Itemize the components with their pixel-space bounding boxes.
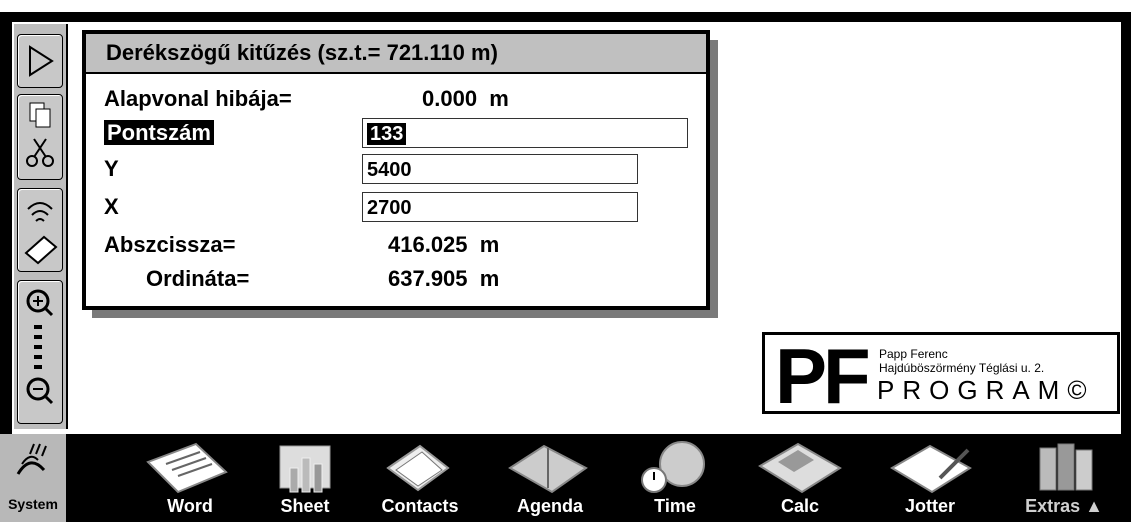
calc-label: Calc	[780, 496, 820, 516]
baseline-error-label: Alapvonal hibája=	[104, 86, 292, 111]
agenda-app-button[interactable]: Agenda	[490, 434, 610, 522]
abscissa-label: Abszcissza=	[104, 232, 236, 257]
system-hand-icon	[16, 443, 47, 475]
logo-address: Hajdúböszörmény Téglási u. 2.	[879, 361, 1045, 375]
logo-mark: PF	[775, 332, 871, 420]
copy-cut-icon	[26, 102, 54, 167]
zoom-button[interactable]	[17, 280, 63, 424]
point-number-label: Pontszám	[104, 120, 214, 146]
sheet-app-button[interactable]: Sheet	[250, 434, 360, 522]
spreadsheet-chart-icon	[279, 445, 331, 493]
screen-frame-right	[1121, 22, 1131, 434]
point-number-input[interactable]: 133	[362, 118, 688, 148]
dialog-title-bar: Derékszögű kitűzés (sz.t.= 721.110 m)	[86, 34, 706, 74]
agenda-label: Agenda	[516, 496, 583, 516]
zoom-icon	[26, 289, 54, 405]
word-app-button[interactable]: Word	[130, 434, 250, 522]
calc-app-button[interactable]: Calc	[740, 434, 860, 522]
infrared-button[interactable]	[17, 188, 63, 272]
agenda-book-icon	[508, 444, 588, 494]
top-status-strip	[0, 0, 1131, 22]
extras-folders-icon	[1039, 443, 1093, 491]
y-label: Y	[104, 156, 119, 181]
clipboard-button[interactable]	[17, 94, 63, 180]
ordinate-label: Ordináta=	[146, 266, 250, 291]
x-input[interactable]: 2700	[362, 192, 638, 222]
logo-author: Papp Ferenc	[879, 347, 948, 361]
play-arrow-icon	[29, 45, 54, 77]
calculator-icon	[758, 442, 842, 494]
word-document-icon	[146, 442, 228, 494]
program-logo: PF Papp Ferenc Hajdúböszörmény Téglási u…	[762, 332, 1120, 420]
x-label: X	[104, 194, 119, 219]
extras-label: Extras ▲	[1025, 496, 1103, 516]
time-globe-clock-icon	[641, 441, 705, 493]
menu-button[interactable]	[17, 34, 63, 88]
side-toolbar	[14, 24, 68, 429]
logo-program: PROGRAM©	[877, 375, 1095, 405]
jotter-app-button[interactable]: Jotter	[870, 434, 990, 522]
time-label: Time	[654, 496, 696, 516]
word-label: Word	[167, 496, 213, 516]
time-app-button[interactable]: Time	[620, 434, 730, 522]
dialog-title: Derékszögű kitűzés (sz.t.= 721.110 m)	[106, 40, 498, 65]
top-border	[0, 12, 1131, 22]
jotter-notepad-icon	[890, 444, 972, 494]
sheet-label: Sheet	[280, 496, 330, 516]
ordinate-value: 637.905 m	[388, 266, 500, 291]
contacts-label: Contacts	[381, 496, 459, 516]
infrared-icon	[24, 202, 58, 265]
abscissa-value: 416.025 m	[388, 232, 500, 257]
y-input[interactable]: 5400	[362, 154, 638, 184]
contacts-cards-icon	[386, 444, 450, 492]
contacts-app-button[interactable]: Contacts	[360, 434, 480, 522]
jotter-label: Jotter	[904, 496, 955, 516]
baseline-error-value: 0.000 m	[422, 86, 509, 111]
system-label: System	[8, 496, 58, 512]
extras-app-button[interactable]: Extras ▲	[1000, 434, 1128, 522]
setout-dialog: Derékszögű kitűzés (sz.t.= 721.110 m) Al…	[82, 30, 710, 310]
screen-frame-left	[0, 22, 12, 434]
